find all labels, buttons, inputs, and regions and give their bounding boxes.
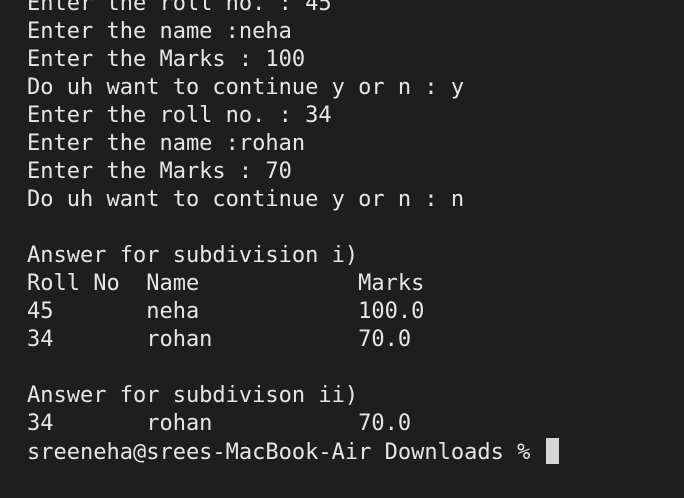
shell-prompt: sreeneha@srees-MacBook-Air Downloads % xyxy=(27,440,544,465)
output-line: Enter the name :neha xyxy=(27,19,292,44)
terminal-window[interactable]: Enter the roll no. : 45 Enter the name :… xyxy=(0,0,684,498)
output-line: Answer for subdivision i) xyxy=(27,243,359,268)
output-line: Enter the Marks : 100 xyxy=(27,47,306,72)
table-header: Roll No Name Marks xyxy=(27,271,425,296)
table-row: 34 rohan 70.0 xyxy=(27,327,412,352)
output-line: Enter the Marks : 70 xyxy=(27,159,292,184)
table-row: 34 rohan 70.0 xyxy=(27,411,412,436)
output-line: Do uh want to continue y or n : n xyxy=(27,187,465,212)
output-line: Answer for subdivison ii) xyxy=(27,383,359,408)
output-line: Enter the roll no. : 45 xyxy=(27,0,332,16)
table-row: 45 neha 100.0 xyxy=(27,299,425,324)
output-line: Enter the roll no. : 34 xyxy=(27,103,332,128)
text-cursor xyxy=(545,438,559,464)
prompt-line[interactable]: sreeneha@srees-MacBook-Air Downloads % xyxy=(27,438,684,466)
terminal-output: Enter the roll no. : 45 Enter the name :… xyxy=(27,0,684,466)
output-line: Do uh want to continue y or n : y xyxy=(27,75,465,100)
output-line: Enter the name :rohan xyxy=(27,131,306,156)
